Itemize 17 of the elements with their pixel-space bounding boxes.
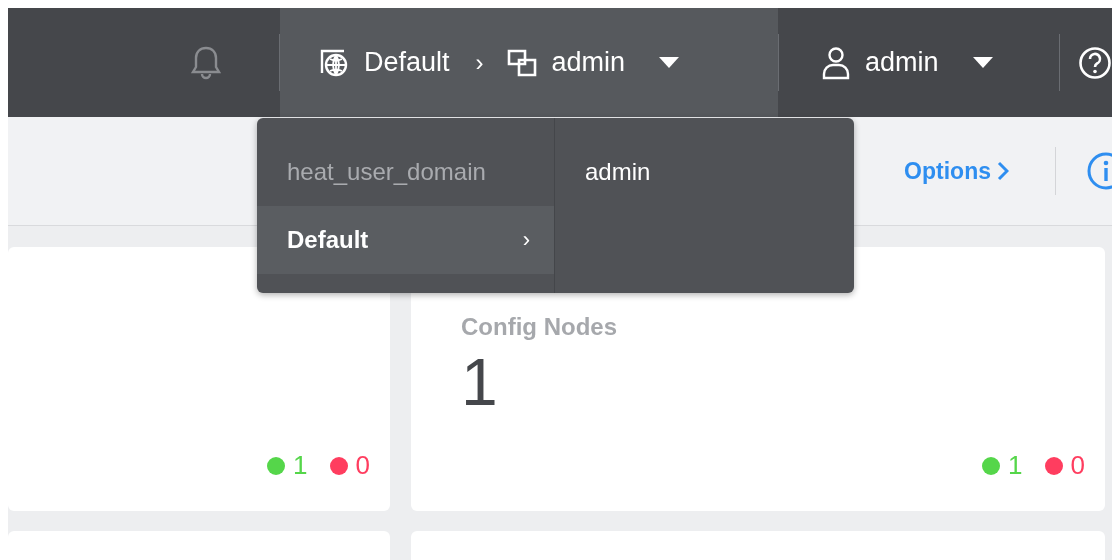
help-icon[interactable] bbox=[1078, 45, 1112, 80]
caret-icon bbox=[972, 57, 993, 68]
caret-icon bbox=[659, 57, 680, 68]
card-value: 1 bbox=[461, 349, 498, 415]
bell-icon[interactable] bbox=[191, 44, 221, 81]
status-count: 0 bbox=[1070, 450, 1085, 481]
project-icon bbox=[505, 47, 538, 78]
status-count: 1 bbox=[293, 450, 308, 481]
project-item[interactable]: admin bbox=[555, 138, 657, 206]
status-count: 1 bbox=[1008, 450, 1023, 481]
domain-item[interactable]: Default › bbox=[257, 206, 554, 274]
scope-selector[interactable]: Default › admin bbox=[280, 8, 778, 117]
user-icon bbox=[821, 45, 851, 80]
card-title: Config Nodes bbox=[461, 313, 617, 341]
user-menu[interactable]: admin bbox=[779, 8, 1059, 117]
status-count: 0 bbox=[355, 450, 370, 481]
chevron-icon bbox=[997, 161, 1009, 181]
